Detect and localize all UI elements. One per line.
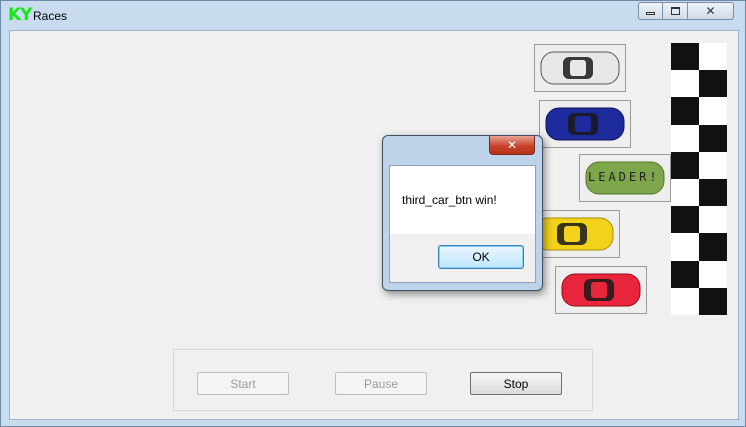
maximize-icon — [670, 7, 680, 15]
close-button[interactable]: ✕ — [688, 2, 734, 20]
minimize-icon — [646, 12, 655, 15]
races-window: KY Races ✕ LEADER! Start Pause Stop — [0, 0, 746, 427]
finish-square — [699, 124, 727, 152]
leader-label: LEADER! — [588, 170, 660, 184]
close-icon: ✕ — [506, 138, 518, 152]
finish-square — [699, 151, 727, 179]
finish-square — [671, 233, 699, 261]
fifth-car-button[interactable] — [555, 266, 647, 314]
finish-square — [671, 43, 699, 71]
car-icon — [534, 217, 614, 251]
stop-button[interactable]: Stop — [470, 372, 562, 395]
app-logo-icon: KY — [8, 5, 33, 25]
finish-square — [699, 206, 727, 234]
second-car-button[interactable] — [539, 100, 631, 148]
finish-square — [699, 97, 727, 125]
close-icon: ✕ — [705, 4, 716, 18]
third-car-button[interactable]: LEADER! — [579, 154, 671, 202]
window-title: Races — [33, 9, 68, 23]
finish-square — [671, 260, 699, 288]
dialog-message: third_car_btn win! — [402, 193, 497, 207]
first-car-button[interactable] — [534, 44, 626, 92]
dialog-footer: OK — [390, 234, 535, 282]
dialog-close-button[interactable]: ✕ — [489, 136, 535, 155]
finish-square — [671, 124, 699, 152]
finish-square — [699, 178, 727, 207]
car-icon — [540, 51, 620, 85]
ok-button[interactable]: OK — [438, 245, 524, 269]
finish-square — [699, 233, 727, 261]
winner-dialog: ✕ third_car_btn win! OK — [382, 135, 543, 291]
finish-square — [699, 287, 727, 315]
car-icon — [545, 107, 625, 141]
title-bar[interactable]: KY Races ✕ — [1, 1, 746, 30]
finish-square — [671, 70, 699, 98]
maximize-button[interactable] — [663, 2, 688, 20]
car-icon — [561, 273, 641, 307]
pause-button[interactable]: Pause — [335, 372, 427, 395]
finish-square — [671, 151, 699, 179]
finish-square — [671, 178, 699, 207]
race-track-area: LEADER! Start Pause Stop — [9, 30, 739, 420]
dialog-body: third_car_btn win! OK — [389, 165, 536, 283]
finish-line — [671, 43, 727, 315]
start-button[interactable]: Start — [197, 372, 289, 395]
minimize-button[interactable] — [638, 2, 663, 20]
finish-square — [671, 97, 699, 125]
finish-square — [699, 260, 727, 288]
finish-square — [671, 287, 699, 315]
control-panel: Start Pause Stop — [173, 349, 593, 411]
finish-square — [671, 206, 699, 234]
finish-square — [699, 43, 727, 71]
finish-square — [699, 70, 727, 98]
caption-buttons: ✕ — [638, 2, 734, 21]
